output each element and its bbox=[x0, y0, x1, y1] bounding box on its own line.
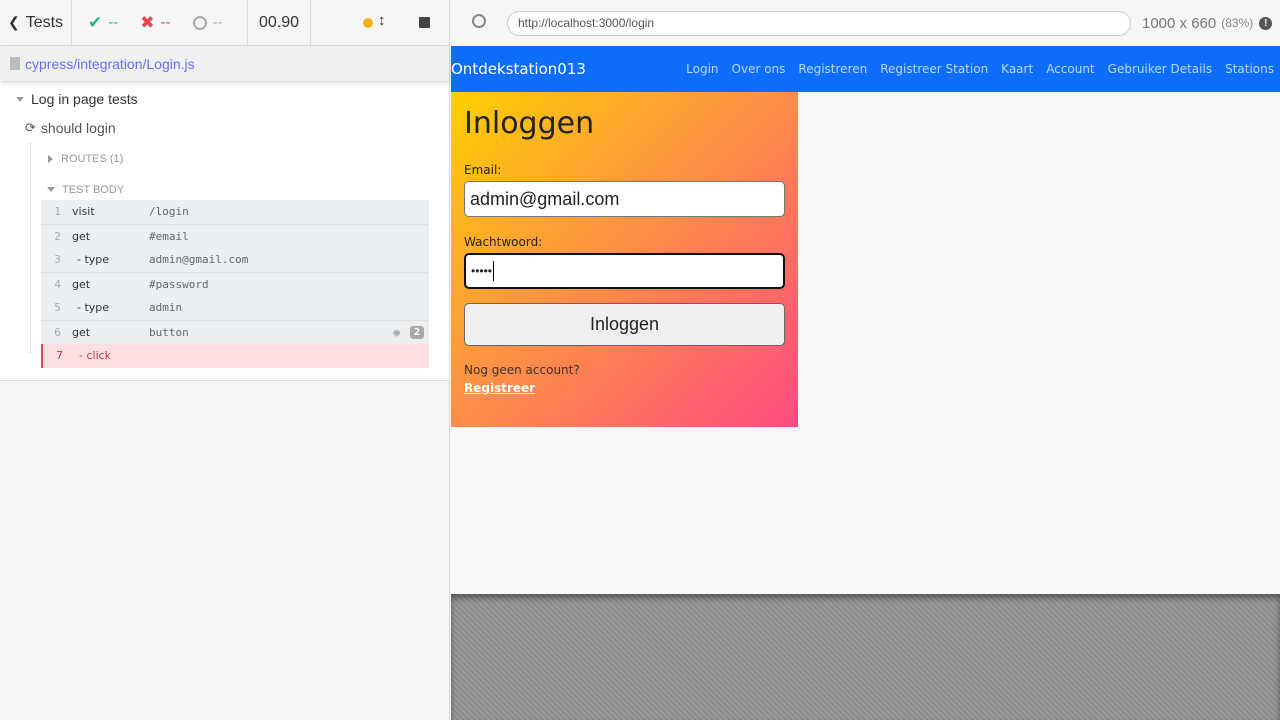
caret-down-icon bbox=[16, 96, 24, 102]
chevron-left-icon: ❮ bbox=[7, 14, 20, 30]
register-link[interactable]: Registreer bbox=[464, 381, 785, 395]
password-input[interactable]: ••••• bbox=[464, 253, 785, 289]
nav-account[interactable]: Account bbox=[1046, 62, 1094, 76]
command-row[interactable]: 6 get button ◉ 2 bbox=[41, 321, 429, 345]
element-count-badge: 2 bbox=[409, 325, 424, 339]
command-row[interactable]: 5- type admin bbox=[41, 296, 429, 320]
command-row-failed[interactable]: 7- click bbox=[41, 344, 429, 368]
nav-stations[interactable]: Stations bbox=[1225, 62, 1274, 76]
pending-count: -- bbox=[192, 14, 223, 31]
nav-login[interactable]: Login bbox=[686, 62, 718, 76]
nav-gebruiker-details[interactable]: Gebruiker Details bbox=[1108, 62, 1212, 76]
page-title: Inloggen bbox=[464, 106, 595, 141]
command-row[interactable]: 3- type admin@gmail.com bbox=[41, 248, 429, 272]
navbar: Ontdekstation013 Login Over ons Registre… bbox=[451, 46, 1280, 92]
nav-over-ons[interactable]: Over ons bbox=[732, 62, 786, 76]
no-account-text: Nog geen account? bbox=[464, 363, 580, 377]
nav-registreer-station[interactable]: Registreer Station bbox=[880, 62, 988, 76]
app-iframe: Ontdekstation013 Login Over ons Registre… bbox=[451, 46, 1280, 594]
command-list: 1 visit/login 2 get #email 3- type admin@gma… bbox=[41, 200, 429, 368]
x-icon: ✖ bbox=[140, 12, 155, 32]
command-row[interactable]: 1 visit/login bbox=[41, 200, 429, 224]
email-input[interactable]: admin@gmail.com bbox=[464, 181, 785, 217]
routes-toggle[interactable]: ROUTES (1) bbox=[31, 143, 449, 174]
caret-right-icon bbox=[48, 154, 53, 163]
login-card: Inloggen Email: admin@gmail.com Wachtwoo… bbox=[451, 92, 798, 427]
nav-kaart[interactable]: Kaart bbox=[1001, 62, 1033, 76]
circle-icon bbox=[192, 15, 207, 30]
hidden-eye-icon: ◉ bbox=[393, 325, 400, 339]
stop-button[interactable] bbox=[419, 16, 430, 28]
login-button[interactable]: Inloggen bbox=[464, 303, 785, 346]
viewport-size: 1000 x 660 bbox=[1142, 14, 1217, 32]
viewport-background bbox=[451, 594, 1280, 720]
spec-file-link[interactable]: cypress/integration/Login.js bbox=[0, 46, 449, 81]
test-title[interactable]: ⟳ should login bbox=[0, 113, 449, 143]
command-row[interactable]: 4 get #password bbox=[41, 273, 429, 297]
command-row[interactable]: 2 get #email bbox=[41, 225, 429, 249]
url-bar[interactable]: http://localhost:3000/login bbox=[507, 10, 1131, 36]
brand-link[interactable]: Ontdekstation013 bbox=[451, 60, 586, 78]
reporter-header: ❮ Tests ✔ -- ✖ -- -- 00.90 ↕ bbox=[0, 0, 449, 46]
auto-scroll-toggle[interactable]: ↕ bbox=[378, 12, 386, 29]
back-to-tests-button[interactable]: ❮ Tests bbox=[0, 0, 72, 46]
command-log-panel: ❮ Tests ✔ -- ✖ -- -- 00.90 ↕ cypress/integr… bbox=[0, 0, 450, 720]
email-label: Email: bbox=[464, 163, 502, 177]
caret-down-icon bbox=[47, 187, 55, 192]
check-icon: ✔ bbox=[88, 12, 103, 32]
app-preview: http://localhost:3000/login 1000 x 660 (… bbox=[451, 0, 1280, 720]
nav-registreren[interactable]: Registreren bbox=[798, 62, 867, 76]
password-label: Wachtwoord: bbox=[464, 235, 543, 249]
viewport-scale: (83%) bbox=[1221, 16, 1254, 30]
passed-count: ✔ -- bbox=[88, 12, 119, 32]
file-icon bbox=[10, 57, 20, 70]
suite-title[interactable]: Log in page tests bbox=[0, 85, 449, 113]
refresh-icon: ⟳ bbox=[25, 120, 36, 135]
duration: 00.90 bbox=[248, 0, 311, 46]
selector-playground-icon[interactable] bbox=[472, 14, 486, 28]
running-indicator-icon bbox=[363, 17, 373, 28]
failed-count: ✖ -- bbox=[140, 12, 171, 32]
info-icon[interactable]: ! bbox=[1259, 16, 1273, 30]
